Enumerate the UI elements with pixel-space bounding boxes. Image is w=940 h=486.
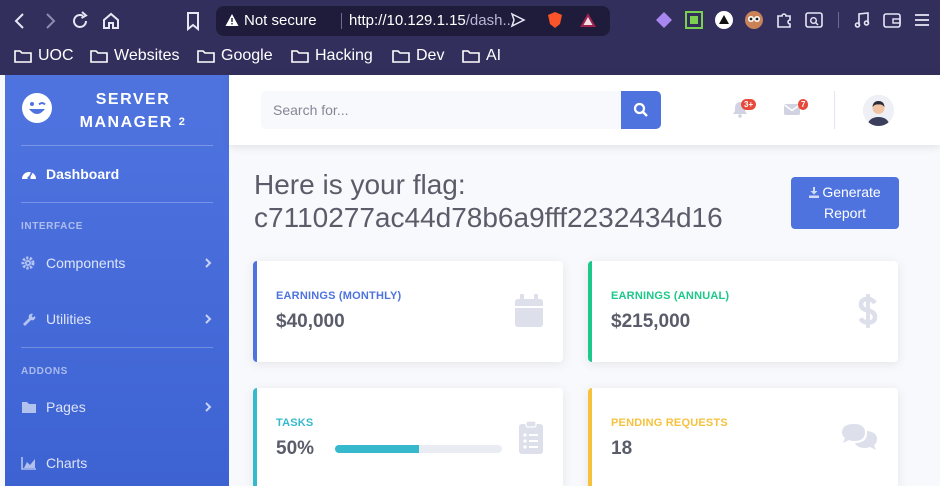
card-value: $40,000 — [276, 311, 345, 332]
search-button[interactable] — [621, 91, 661, 129]
user-avatar-icon — [863, 95, 894, 126]
page-title: Here is your flag: c7110277ac44d78b6a9ff… — [254, 169, 723, 233]
calendar-icon — [515, 294, 543, 327]
chevron-right-icon — [205, 258, 212, 268]
tachometer-icon — [22, 171, 36, 180]
card-title: EARNINGS (MONTHLY) — [276, 290, 402, 302]
topbar: 3+ 7 — [229, 75, 940, 145]
card-title: TASKS — [276, 417, 314, 429]
folder-icon — [22, 402, 36, 413]
brand-name: SERVER MANAGER 2 — [79, 91, 187, 131]
cog-icon — [21, 256, 35, 270]
search-input[interactable] — [261, 91, 621, 129]
folder-icon — [90, 50, 108, 63]
sidebar-brand[interactable]: SERVER MANAGER 2 — [5, 75, 229, 145]
dollar-icon — [858, 294, 878, 328]
sidebar-item-charts[interactable]: Charts — [21, 453, 213, 473]
card-value: $215,000 — [611, 311, 691, 332]
url-text[interactable]: http://10.129.1.15/dash... — [349, 12, 515, 29]
clipboard-list-icon — [519, 421, 543, 454]
wallet-icon[interactable] — [882, 10, 902, 30]
bookmark-folder[interactable]: AI — [462, 46, 501, 66]
alerts-badge: 3+ — [741, 99, 757, 110]
sidebar-heading-addons: ADDONS — [21, 366, 68, 377]
sidebar-item-components[interactable]: Components — [21, 253, 213, 273]
card-accent-bar — [588, 388, 592, 486]
folder-icon — [392, 50, 410, 63]
laugh-wink-icon — [22, 93, 52, 123]
bookmark-folder[interactable]: Hacking — [291, 46, 373, 66]
chevron-right-icon — [205, 314, 212, 324]
folder-icon — [291, 50, 309, 63]
download-icon — [809, 187, 820, 198]
reload-icon[interactable] — [68, 9, 92, 33]
brave-shield-icon[interactable] — [546, 11, 564, 29]
tasks-progress-bar — [335, 445, 502, 453]
avatar[interactable] — [863, 95, 894, 126]
card-tasks: TASKS 50% — [253, 388, 563, 486]
bookmarks-bar: UOC Websites Google Hacking Dev AI — [0, 42, 940, 70]
send-icon[interactable] — [510, 12, 526, 28]
extension-square-icon[interactable] — [684, 10, 704, 30]
topbar-divider — [834, 91, 835, 129]
toolbar-divider — [838, 12, 839, 28]
bookmark-folder[interactable]: Websites — [90, 46, 180, 66]
back-icon[interactable] — [8, 9, 32, 33]
card-earnings-annual: EARNINGS (ANNUAL) $215,000 — [588, 261, 898, 362]
bookmark-icon[interactable] — [181, 9, 205, 33]
folder-icon — [462, 50, 480, 63]
card-earnings-monthly: EARNINGS (MONTHLY) $40,000 — [253, 261, 563, 362]
tab-search-icon[interactable] — [804, 10, 824, 30]
warning-icon — [225, 14, 239, 26]
card-value: 18 — [611, 438, 633, 459]
folder-icon — [197, 50, 215, 63]
brave-rewards-icon[interactable] — [579, 11, 597, 29]
chart-area-icon — [21, 457, 36, 470]
folder-icon — [14, 50, 32, 63]
bookmark-folder[interactable]: UOC — [14, 46, 74, 66]
address-bar[interactable]: Not secure http://10.129.1.15/dash... — [216, 6, 610, 36]
comments-icon — [842, 424, 877, 450]
sidebar-divider — [21, 347, 213, 348]
card-title: EARNINGS (ANNUAL) — [611, 290, 730, 302]
bookmark-folder[interactable]: Google — [197, 46, 273, 66]
wrench-icon — [23, 313, 36, 326]
card-accent-bar — [253, 261, 257, 362]
browser-chrome: Not secure http://10.129.1.15/dash... UO… — [0, 0, 940, 75]
sidebar-divider — [21, 202, 213, 203]
sidebar-item-pages[interactable]: Pages — [21, 397, 213, 417]
extension-triangle-icon[interactable] — [714, 10, 734, 30]
not-secure-label[interactable]: Not secure — [244, 12, 317, 29]
extensions-puzzle-icon[interactable] — [774, 10, 794, 30]
card-value: 50% — [276, 438, 315, 459]
card-pending-requests: PENDING REQUESTS 18 — [588, 388, 898, 486]
sidebar-item-dashboard[interactable]: Dashboard — [21, 164, 213, 184]
url-separator — [341, 13, 342, 29]
sidebar-divider — [21, 145, 213, 146]
forward-icon[interactable] — [38, 9, 62, 33]
chevron-right-icon — [205, 402, 212, 412]
progress-fill — [335, 445, 419, 453]
card-accent-bar — [588, 261, 592, 362]
sidebar: SERVER MANAGER 2 Dashboard INTERFACE Com… — [5, 75, 229, 486]
bookmark-folder[interactable]: Dev — [392, 46, 444, 66]
sidebar-heading-interface: INTERFACE — [21, 221, 84, 232]
home-icon[interactable] — [99, 9, 123, 33]
card-accent-bar — [253, 388, 257, 486]
card-title: PENDING REQUESTS — [611, 417, 728, 429]
messages-badge: 7 — [798, 99, 809, 110]
extension-diamond-icon[interactable] — [654, 10, 674, 30]
search-icon — [633, 102, 648, 117]
media-music-icon[interactable] — [852, 10, 872, 30]
generate-report-button[interactable]: Generate Report — [791, 177, 899, 229]
menu-icon[interactable] — [912, 10, 932, 30]
sidebar-item-utilities[interactable]: Utilities — [21, 309, 213, 329]
extension-owl-icon[interactable] — [744, 10, 764, 30]
